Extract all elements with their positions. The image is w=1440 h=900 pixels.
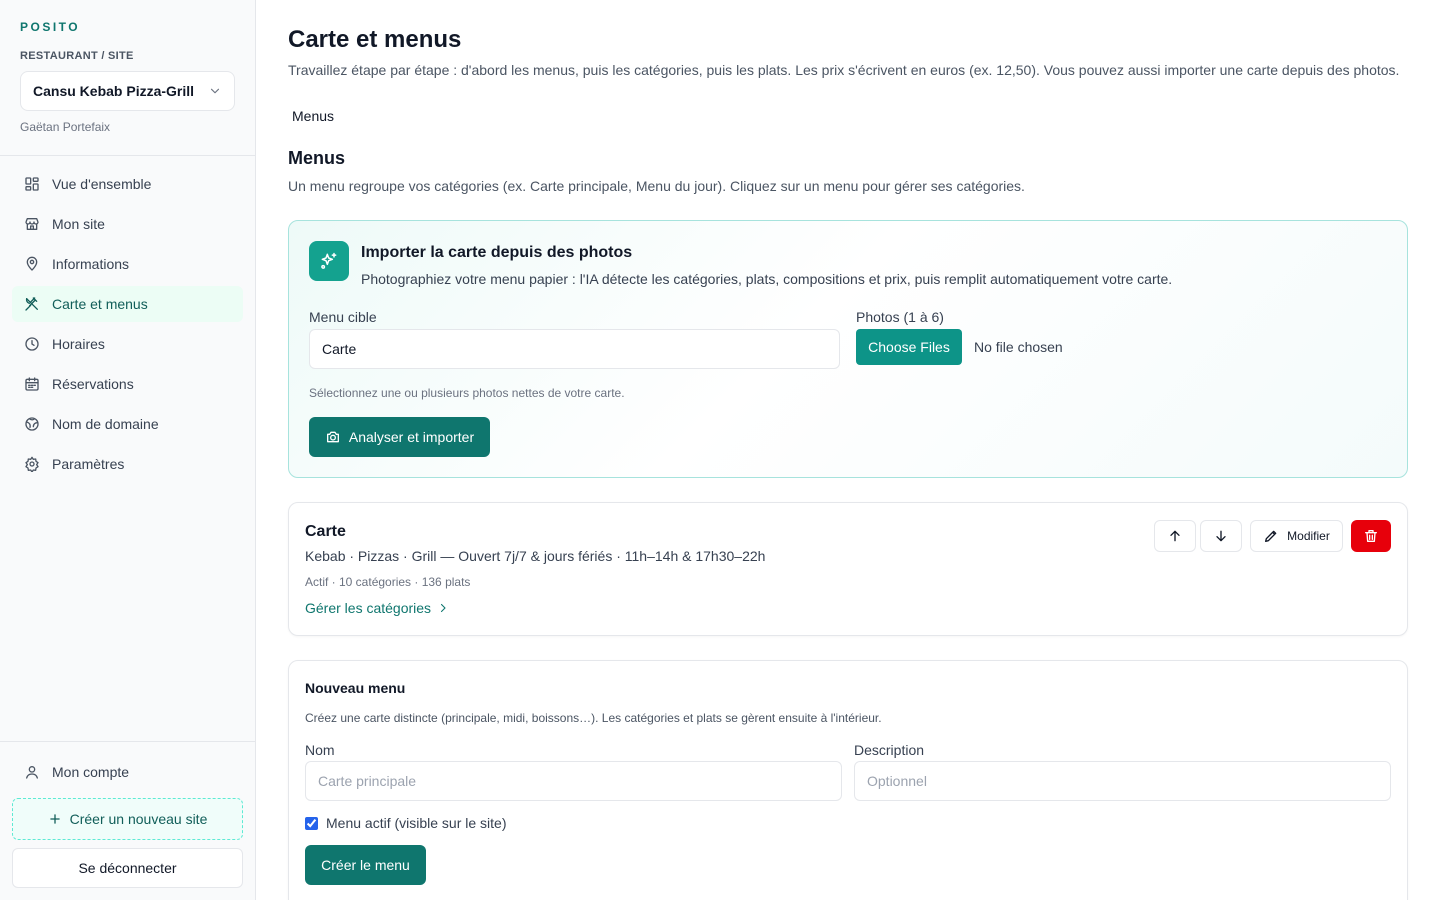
plus-icon [49,814,60,824]
menu-name-input[interactable] [305,761,842,801]
calendar-icon [25,377,39,391]
move-down-button[interactable] [1200,520,1242,552]
main-content: Carte et menus Travaillez étape par étap… [256,0,1440,900]
new-menu-card: Nouveau menu Créez une carte distincte (… [288,660,1408,900]
owner-name: Gaëtan Portefaix [20,120,111,134]
sparkles-icon [321,252,337,269]
description-label: Description [854,742,925,758]
gear-icon [25,456,39,472]
import-title: Importer la carte depuis des photos [361,244,633,261]
sidebar-item-hours[interactable]: Horaires [12,326,243,362]
new-menu-title: Nouveau menu [305,680,406,696]
target-menu-select[interactable] [309,329,840,369]
utensils-crossed-icon [25,297,38,311]
sidebar-item-informations[interactable]: Informations [12,246,243,282]
move-up-button[interactable] [1154,520,1196,552]
logout-button[interactable]: Se déconnecter [12,848,243,888]
sidebar-item-overview[interactable]: Vue d'ensemble [12,166,243,202]
site-select-value: Cansu Kebab Pizza-Grill [33,83,195,99]
create-menu-button[interactable]: Créer le menu [305,845,426,885]
sidebar-item-label: Mon site [52,216,105,232]
brand-logo[interactable]: POSITO [20,20,80,34]
page-title: Carte et menus [288,26,462,53]
choose-files-button[interactable]: Choose Files [856,329,962,365]
camera-icon [326,431,339,443]
sidebar-item-label: Réservations [52,376,134,392]
edit-label: Modifier [1287,529,1330,543]
arrow-up-icon [1170,530,1180,542]
sidebar-divider [0,741,256,742]
import-photos-card: Importer la carte depuis des photos Phot… [288,220,1408,478]
trash-icon [1365,530,1377,542]
menu-active-label: Menu actif (visible sur le site) [326,815,507,831]
new-menu-description: Créez une carte distincte (principale, m… [305,711,882,725]
sidebar-divider [0,155,256,156]
manage-categories-label: Gérer les catégories [305,600,432,616]
sidebar-item-menus[interactable]: Carte et menus [12,286,243,322]
dashboard-icon [25,177,39,191]
menu-description: Kebab · Pizzas · Grill — Ouvert 7j/7 & j… [305,548,766,564]
user-icon [26,766,38,779]
name-label: Nom [305,742,335,758]
manage-categories-link[interactable]: Gérer les catégories [305,600,449,616]
photos-hint: Sélectionnez une ou plusieurs photos net… [309,386,625,400]
target-menu-label: Menu cible [309,309,377,325]
sidebar-item-label: Carte et menus [52,296,148,312]
import-icon-badge [309,241,349,281]
account-link[interactable]: Mon compte [12,752,243,792]
chevron-right-icon [441,603,446,613]
section-title: Menus [288,148,346,168]
analyze-import-button[interactable]: Analyser et importer [309,417,490,457]
delete-menu-button[interactable] [1351,520,1391,552]
create-site-label: Créer un nouveau site [69,811,208,827]
site-label: RESTAURANT / SITE [20,50,134,62]
file-status: No file chosen [974,339,1063,355]
sidebar-item-label: Horaires [52,336,105,352]
sidebar-item-label: Paramètres [52,456,125,472]
menu-active-checkbox[interactable] [305,816,318,830]
photos-label: Photos (1 à 6) [856,309,944,325]
menu-name: Carte [305,523,346,540]
sidebar-item-label: Nom de domaine [52,416,159,432]
clock-icon [25,337,39,351]
sidebar-nav: Vue d'ensemble Mon site Informations Car… [12,166,243,486]
active-checkbox-row[interactable]: Menu actif (visible sur le site) [305,815,507,831]
sidebar-item-settings[interactable]: Paramètres [12,446,243,482]
sidebar-item-my-site[interactable]: Mon site [12,206,243,242]
create-site-button[interactable]: Créer un nouveau site [12,798,243,840]
map-pin-icon [26,256,38,271]
chevron-down-icon [210,88,220,94]
analyze-label: Analyser et importer [348,429,475,445]
page-description: Travaillez étape par étape : d'abord les… [288,62,1400,78]
edit-menu-button[interactable]: Modifier [1250,520,1343,552]
sidebar-item-domain[interactable]: Nom de domaine [12,406,243,442]
site-select[interactable]: Cansu Kebab Pizza-Grill [20,71,235,111]
sidebar-item-reservations[interactable]: Réservations [12,366,243,402]
breadcrumb[interactable]: Menus [292,108,334,124]
globe-icon [25,417,39,431]
arrow-down-icon [1216,530,1226,542]
pencil-icon [1265,530,1277,542]
account-label: Mon compte [52,764,130,780]
menu-meta: Actif · 10 catégories · 136 plats [305,575,471,589]
store-icon [25,218,39,230]
section-description: Un menu regroupe vos catégories (ex. Car… [288,178,1025,194]
sidebar: POSITO RESTAURANT / SITE Cansu Kebab Piz… [0,0,256,900]
sidebar-item-label: Informations [52,256,130,272]
menu-description-input[interactable] [854,761,1391,801]
menu-card: Carte Kebab · Pizzas · Grill — Ouvert 7j… [288,502,1408,636]
sidebar-item-label: Vue d'ensemble [52,176,152,192]
import-description: Photographiez votre menu papier : l'IA d… [361,271,1173,287]
